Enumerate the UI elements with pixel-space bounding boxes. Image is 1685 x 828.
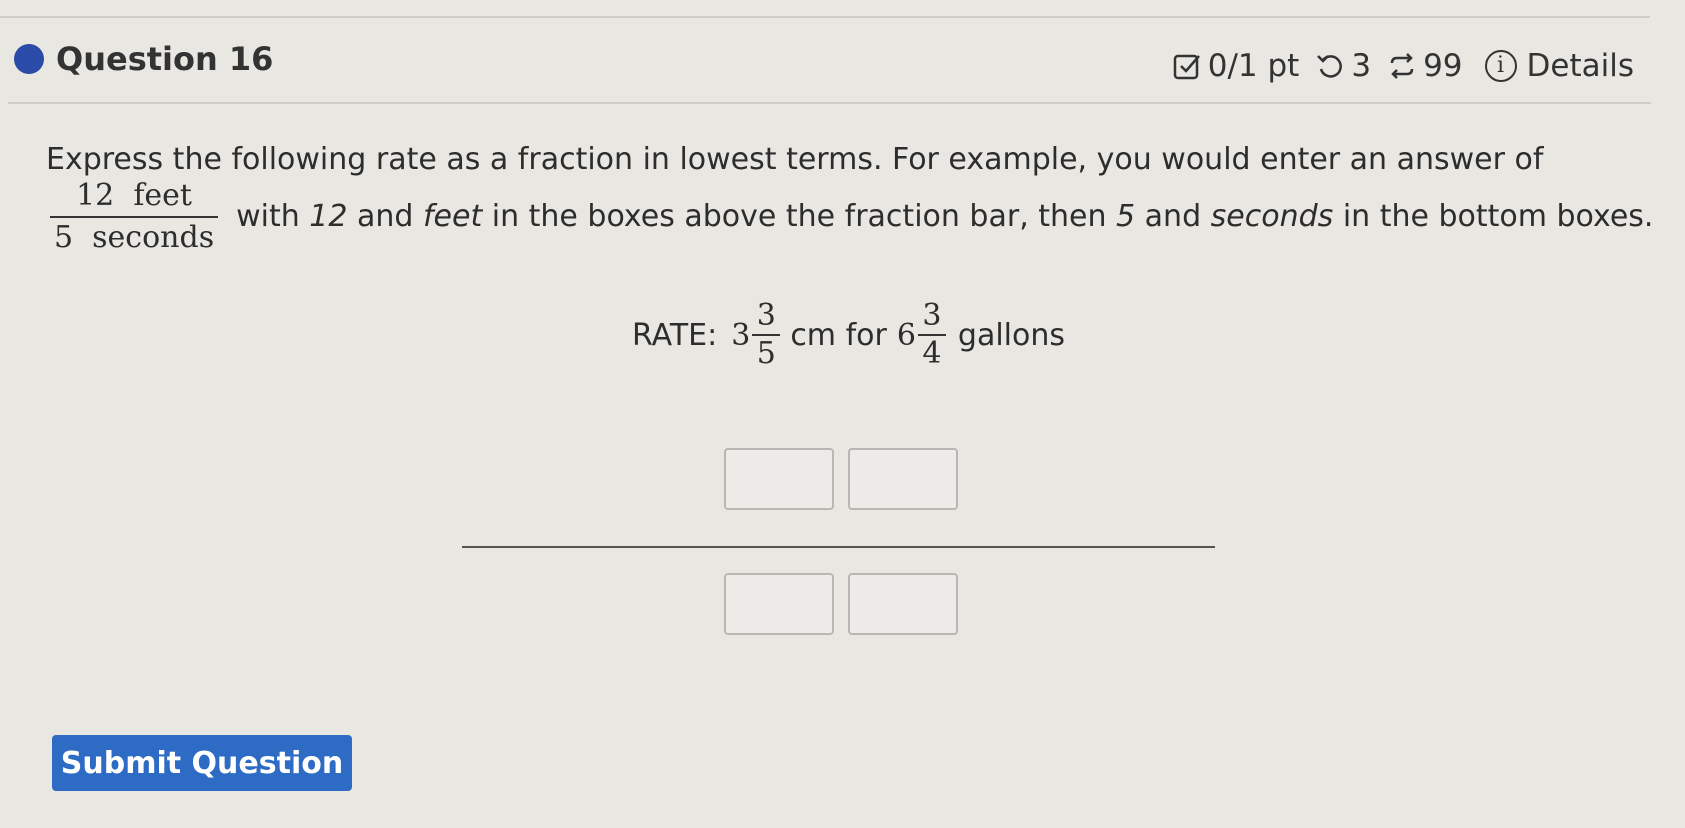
first-fraction: 3 5 bbox=[752, 298, 781, 372]
attempts-indicator: 99 bbox=[1387, 46, 1463, 86]
retries-count: 3 bbox=[1351, 48, 1372, 84]
attempts-count: 99 bbox=[1423, 48, 1463, 84]
undo-icon bbox=[1317, 55, 1343, 78]
question-prompt: Express the following rate as a fraction… bbox=[46, 142, 1544, 177]
text-den: 5 bbox=[1116, 199, 1136, 234]
second-unit: gallons bbox=[957, 317, 1066, 353]
text-unit: feet bbox=[422, 199, 483, 234]
text-num: 12 bbox=[309, 199, 348, 234]
question-meta: 0/1 pt 3 99 i Details bbox=[1156, 46, 1634, 86]
text-middle: in the boxes above the fraction bar, the… bbox=[482, 199, 1117, 234]
second-fraction: 3 4 bbox=[917, 298, 946, 372]
question-title: Question 16 bbox=[56, 40, 274, 78]
rate-statement: RATE: 3 3 5 cm for 6 3 4 gallons bbox=[632, 298, 1065, 372]
info-icon: i bbox=[1484, 50, 1517, 82]
example-fraction: 12 feet 5 seconds bbox=[50, 176, 219, 258]
first-unit: cm for bbox=[790, 317, 887, 353]
score-text: 0/1 pt bbox=[1207, 48, 1300, 84]
rate-label: RATE: bbox=[632, 317, 718, 353]
text-end: in the bottom boxes. bbox=[1333, 199, 1654, 234]
numerator-unit-input[interactable] bbox=[848, 448, 958, 510]
text-with: with bbox=[236, 199, 310, 234]
checkbox-icon bbox=[1173, 54, 1200, 80]
example-denominator: 5 seconds bbox=[54, 220, 215, 255]
denominator-unit-input[interactable] bbox=[848, 573, 958, 635]
second-whole: 6 bbox=[896, 317, 916, 353]
first-mixed-number: 3 3 5 bbox=[731, 298, 781, 372]
second-denominator: 4 bbox=[922, 336, 942, 371]
second-numerator: 3 bbox=[922, 298, 942, 333]
answer-fraction-bar bbox=[462, 546, 1215, 548]
example-row: 12 feet 5 seconds with 12 and feet in th… bbox=[50, 176, 1653, 258]
details-label: Details bbox=[1526, 48, 1634, 84]
question-status-dot bbox=[14, 44, 44, 74]
submit-question-button[interactable]: Submit Question bbox=[52, 735, 352, 791]
question-header: Question 16 0/1 pt 3 99 i Details bbox=[14, 38, 1634, 94]
text-and1: and bbox=[347, 199, 423, 234]
repeat-icon bbox=[1390, 53, 1414, 79]
details-link[interactable]: i Details bbox=[1484, 46, 1634, 86]
example-explanation: with 12 and feet in the boxes above the … bbox=[236, 197, 1653, 237]
denominator-value-input[interactable] bbox=[724, 573, 834, 635]
top-divider bbox=[0, 16, 1650, 18]
first-whole: 3 bbox=[731, 317, 751, 353]
numerator-value-input[interactable] bbox=[724, 448, 834, 510]
first-numerator: 3 bbox=[756, 298, 776, 333]
text-and2: and bbox=[1135, 199, 1211, 234]
header-divider bbox=[8, 102, 1651, 104]
score-indicator: 0/1 pt bbox=[1172, 46, 1300, 86]
first-denominator: 5 bbox=[756, 336, 776, 371]
example-numerator: 12 feet bbox=[76, 178, 192, 213]
second-mixed-number: 6 3 4 bbox=[897, 298, 946, 372]
retries-indicator: 3 bbox=[1315, 46, 1371, 86]
text-denunit: seconds bbox=[1210, 199, 1334, 234]
